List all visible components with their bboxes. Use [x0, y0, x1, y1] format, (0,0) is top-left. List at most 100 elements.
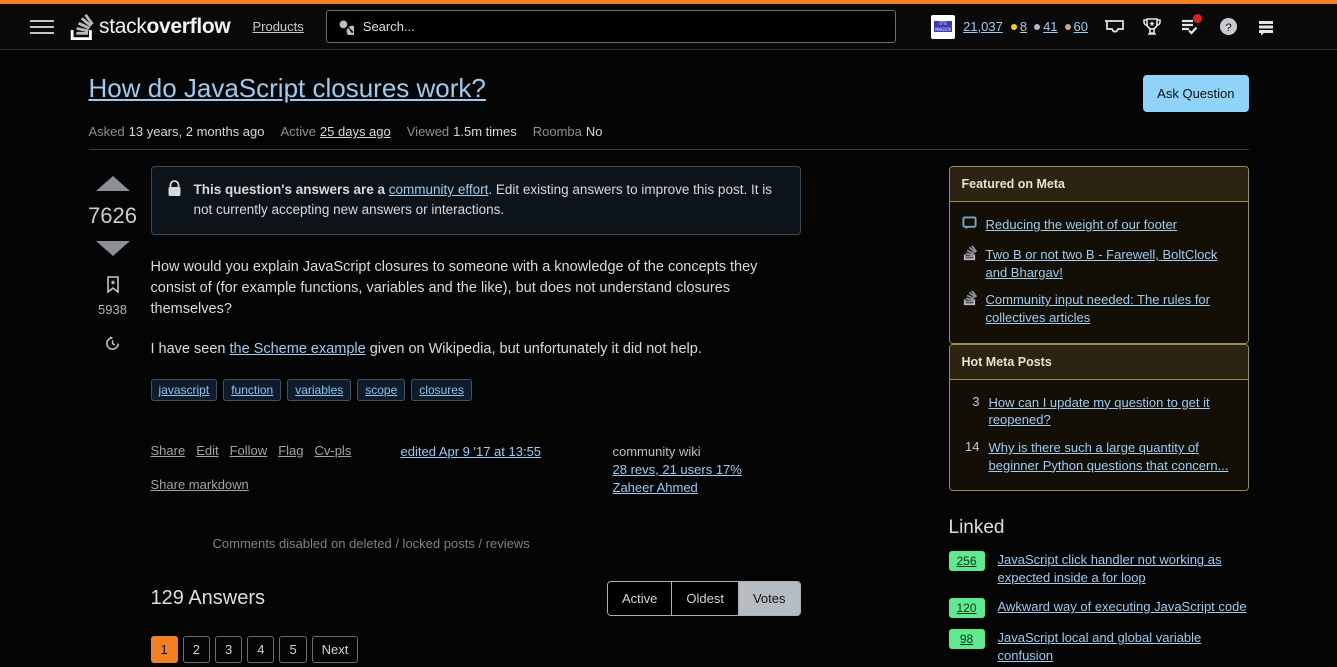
edit-link[interactable]: Edit	[196, 443, 218, 458]
inbox-icon[interactable]	[1095, 10, 1133, 44]
lock-icon	[167, 180, 182, 204]
tag-javascript[interactable]: javascript	[150, 378, 218, 401]
logo-text-thin: stack	[99, 14, 147, 38]
list-item[interactable]: 98 JavaScript local and global variable …	[948, 629, 1249, 665]
follow-link[interactable]: Follow	[230, 443, 268, 458]
bronze-badge-count[interactable]: 60	[1074, 19, 1088, 34]
page-button-1[interactable]: 1	[150, 635, 178, 663]
logo-text: stackoverflow	[99, 14, 231, 39]
silver-badge-group[interactable]: 41	[1034, 19, 1058, 34]
linked-question-link-2[interactable]: Awkward way of executing JavaScript code	[998, 598, 1247, 616]
wiki-revisions-link[interactable]: 28 revs, 21 users 17%	[613, 461, 742, 479]
meta-viewed-label: Viewed	[406, 124, 450, 139]
silver-badge-count[interactable]: 41	[1043, 19, 1057, 34]
question-paragraph-1: How would you explain JavaScript closure…	[150, 258, 758, 317]
svg-text:?: ?	[1225, 22, 1231, 34]
tag-variables[interactable]: variables	[287, 378, 352, 401]
meta-asked-value: 13 years, 2 months ago	[128, 124, 265, 139]
bookmark-icon[interactable]	[106, 276, 120, 298]
notice-bold-prefix: This question's answers are a	[193, 182, 389, 197]
question-post: This question's answers are a community …	[150, 166, 801, 667]
page-title[interactable]: How do JavaScript closures work?	[89, 72, 486, 106]
hot-meta-link-1[interactable]: How can I update my question to get it r…	[989, 394, 1236, 429]
featured-item-link-3[interactable]: Community input needed: The rules for co…	[986, 291, 1236, 326]
hamburger-icon[interactable]	[30, 14, 56, 40]
speech-bubble-icon	[961, 216, 977, 236]
reputation-score[interactable]: 21,037	[963, 19, 1003, 34]
meta-active: Active 25 days ago	[281, 124, 391, 139]
post-footer: Share Edit Follow Flag Cv-pls Share mark…	[151, 443, 801, 498]
paragraph2-post: given on Wikipedia, but unfortunately it…	[365, 340, 702, 357]
share-link[interactable]: Share	[151, 443, 186, 458]
linked-question-link-1[interactable]: JavaScript click handler not working as …	[998, 551, 1249, 587]
featured-item-link-1[interactable]: Reducing the weight of our footer	[986, 216, 1178, 234]
community-wiki-label: community wiki	[612, 443, 701, 459]
comments-disabled-note: Comments disabled on deleted / locked po…	[212, 535, 530, 551]
featured-on-meta-body: Reducing the weight of our footer Two B …	[949, 202, 1248, 343]
avatar[interactable]: IT'S MAGICK	[931, 14, 956, 39]
bronze-badge-group[interactable]: 60	[1064, 19, 1088, 34]
list-item[interactable]: 3 How can I update my question to get it…	[962, 389, 1236, 434]
review-queue-icon[interactable]	[1171, 10, 1209, 44]
page-button-2[interactable]: 2	[182, 635, 210, 663]
gold-badge-count[interactable]: 8	[1020, 19, 1027, 34]
search-input[interactable]: Search...	[325, 10, 896, 43]
sort-tab-active[interactable]: Active	[607, 581, 673, 615]
meta-roomba-label: Roomba	[532, 124, 582, 139]
list-item[interactable]: 14 Why is there such a large quantity of…	[962, 434, 1236, 479]
cvpls-link[interactable]: Cv-pls	[314, 443, 351, 458]
sort-tab-oldest[interactable]: Oldest	[672, 581, 739, 615]
scheme-example-link[interactable]: the Scheme example	[230, 341, 366, 357]
upvote-button[interactable]	[95, 176, 130, 191]
list-item[interactable]: Reducing the weight of our footer	[961, 211, 1236, 241]
tag-function[interactable]: function	[223, 378, 282, 401]
list-item[interactable]: 120 Awkward way of executing JavaScript …	[948, 598, 1249, 619]
tag-scope[interactable]: scope	[357, 378, 406, 401]
silver-badge-icon	[1034, 23, 1041, 30]
tag-list: javascript function variables scope clos…	[150, 378, 801, 401]
linked-score-3: 98	[948, 629, 985, 650]
sort-tab-votes[interactable]: Votes	[738, 581, 800, 615]
page-button-next[interactable]: Next	[311, 635, 359, 663]
community-effort-link[interactable]: community effort	[389, 182, 489, 197]
stack-exchange-icon[interactable]	[1247, 10, 1285, 44]
search-placeholder: Search...	[362, 19, 415, 34]
wiki-user-link[interactable]: Zaheer Ahmed	[613, 479, 742, 497]
products-link[interactable]: Products	[252, 19, 303, 34]
history-clock-icon[interactable]	[104, 335, 121, 357]
hot-meta-score-1: 3	[972, 393, 980, 409]
meta-active-value[interactable]: 25 days ago	[320, 124, 391, 139]
stackoverflow-logo[interactable]: stackoverflow	[70, 13, 231, 40]
sidebar: Featured on Meta Reducing the weight of …	[948, 166, 1249, 667]
downvote-button[interactable]	[95, 241, 130, 256]
page-button-4[interactable]: 4	[247, 635, 275, 663]
list-item[interactable]: Community input needed: The rules for co…	[962, 286, 1236, 331]
trophy-icon[interactable]	[1133, 10, 1171, 44]
linked-question-link-3[interactable]: JavaScript local and global variable con…	[998, 629, 1249, 665]
edited-timestamp[interactable]: edited Apr 9 '17 at 13:55	[401, 443, 601, 498]
meta-active-label: Active	[280, 124, 316, 139]
notice-text: This question's answers are a community …	[194, 180, 785, 221]
help-circle-icon[interactable]: ?	[1209, 10, 1247, 44]
tag-closures[interactable]: closures	[411, 378, 472, 401]
hot-meta-link-2[interactable]: Why is there such a large quantity of be…	[989, 439, 1236, 474]
page-button-5[interactable]: 5	[279, 635, 307, 663]
question-column: 7626 5938 This question's answers are a …	[88, 166, 801, 667]
linked-score-1: 256	[948, 551, 985, 572]
hot-meta-posts-card: Hot Meta Posts 3 How can I update my que…	[948, 343, 1249, 492]
featured-item-link-2[interactable]: Two B or not two B - Farewell, BoltClock…	[986, 246, 1236, 281]
meta-roomba-value: No	[585, 124, 603, 139]
answer-sort-group: Active Oldest Votes	[606, 580, 801, 616]
list-item[interactable]: Two B or not two B - Farewell, BoltClock…	[962, 241, 1236, 286]
community-wiki-box: community wiki 28 revs, 21 users 17% Zah…	[613, 443, 742, 498]
flag-link[interactable]: Flag	[278, 443, 303, 458]
page-button-3[interactable]: 3	[214, 635, 243, 663]
linked-list: 256 JavaScript click handler not working…	[948, 551, 1249, 665]
share-markdown-link[interactable]: Share markdown	[151, 477, 249, 492]
share-markdown-row: Share markdown	[151, 477, 401, 492]
ask-question-button[interactable]: Ask Question	[1143, 75, 1249, 112]
vote-count: 7626	[88, 203, 137, 228]
gold-badge-group[interactable]: 8	[1010, 19, 1027, 34]
list-item[interactable]: 256 JavaScript click handler not working…	[948, 551, 1249, 587]
hot-meta-posts-body: 3 How can I update my question to get it…	[949, 379, 1248, 491]
